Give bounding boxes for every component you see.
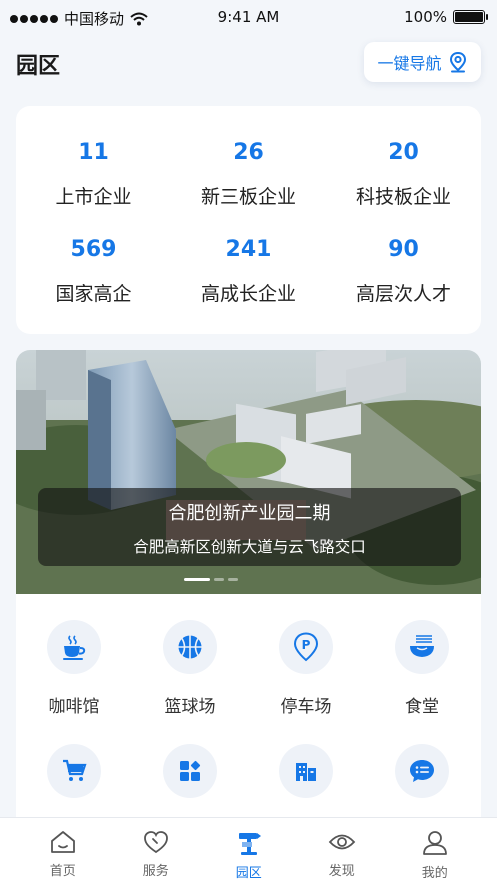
stat-label: 科技板企业 [355,186,451,208]
park-stats-card: 11 上市企业 26 新三板企业 20 科技板企业 569 国家高企 241 高… [16,106,481,334]
facility-more-services[interactable] [132,744,248,816]
status-bar: 中国移动 9:41 AM 100% [0,0,497,34]
facility-canteen[interactable]: 食堂 [364,620,480,717]
facility-basketball-court[interactable]: 篮球场 [132,620,248,717]
shopping-cart-icon [47,744,101,798]
tab-services[interactable]: 服务 [106,818,205,883]
navigation-button-label: 一键导航 [377,54,442,73]
page-title: 园区 [16,54,61,79]
svg-text:P: P [302,638,311,652]
facility-cafe[interactable]: 咖啡馆 [16,620,132,717]
stat-high-growth[interactable]: 241 高成长企业 [171,235,326,306]
tab-label: 园区 [235,866,262,881]
carousel-dot-active[interactable] [184,578,210,581]
facility-label: 篮球场 [164,697,216,717]
stat-high-level-talent[interactable]: 90 高层次人才 [326,235,481,306]
stat-value: 90 [388,237,419,262]
park-banner-carousel[interactable]: 合肥创新产业园二期 合肥高新区创新大道与云飞路交口 [16,350,481,594]
stat-value: 20 [388,140,419,165]
carousel-indicator [184,578,238,581]
heart-icon [143,831,168,854]
tab-label: 服务 [142,864,169,879]
parking-icon: P [279,620,333,674]
apps-icon [163,744,217,798]
facility-label: 停车场 [280,697,332,717]
basketball-icon [163,620,217,674]
eye-icon [328,834,355,850]
stat-label: 高层次人才 [355,283,451,305]
banner-title: 合肥创新产业园二期 [168,503,331,524]
tab-discover[interactable]: 发现 [292,818,391,883]
stat-label: 上市企业 [55,186,132,208]
message-icon [395,744,449,798]
tab-label: 我的 [421,866,448,881]
facility-store[interactable] [16,744,132,816]
stat-value: 11 [78,140,109,165]
carousel-dot[interactable] [228,578,238,581]
stat-label: 国家高企 [55,283,132,305]
facility-label: 咖啡馆 [48,697,100,717]
banner-address: 合肥高新区创新大道与云飞路交口 [133,538,366,556]
stat-value: 241 [225,237,272,262]
facility-label: 食堂 [405,697,439,717]
tab-label: 发现 [328,864,355,879]
canteen-icon [395,620,449,674]
battery-icon [453,10,488,24]
tab-label: 首页 [49,864,76,879]
stat-value: 569 [70,237,117,262]
park-signpost-icon [238,833,261,855]
stat-star-market-companies[interactable]: 20 科技板企业 [326,138,481,209]
carousel-dot[interactable] [214,578,224,581]
stat-listed-companies[interactable]: 11 上市企业 [16,138,171,209]
home-icon [50,831,75,853]
tab-park[interactable]: 园区 [199,818,298,883]
facility-office-building[interactable] [248,744,364,816]
facility-message[interactable] [364,744,480,816]
bottom-tab-bar: 首页 服务 园区 发现 我的 [0,817,497,883]
building-icon [279,744,333,798]
facilities-grid: 咖啡馆 篮球场 P 停车场 食堂 [16,594,481,824]
user-icon [422,831,447,855]
stat-value: 26 [233,140,264,165]
coffee-icon [47,620,101,674]
battery-percent: 100% [404,8,447,26]
location-pin-icon [449,51,466,73]
one-click-navigation-button[interactable]: 一键导航 [364,42,481,82]
stat-neeq-companies[interactable]: 26 新三板企业 [171,138,326,209]
stat-national-high-tech[interactable]: 569 国家高企 [16,235,171,306]
stat-label: 新三板企业 [200,186,296,208]
stat-label: 高成长企业 [200,283,296,305]
tab-mine[interactable]: 我的 [385,818,484,883]
facility-parking[interactable]: P 停车场 [248,620,364,717]
status-right: 100% [404,8,488,26]
banner-caption: 合肥创新产业园二期 合肥高新区创新大道与云飞路交口 [38,488,461,566]
tab-home[interactable]: 首页 [13,818,112,883]
